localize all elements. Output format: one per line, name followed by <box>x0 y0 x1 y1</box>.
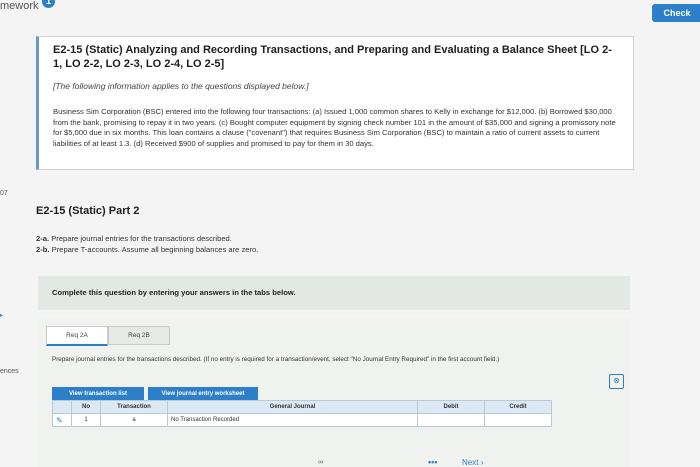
work-area: Req 2A Req 2B Prepare journal entries fo… <box>38 318 630 467</box>
next-label: Next <box>462 458 479 467</box>
more-dots-icon[interactable]: ••• <box>428 457 437 467</box>
edit-column-header <box>52 400 72 414</box>
info-badge[interactable]: 1 <box>42 0 55 8</box>
edit-icon[interactable]: ✎ <box>52 413 72 427</box>
row-debit[interactable] <box>417 413 485 427</box>
line-a-label: 2-a. <box>36 234 50 243</box>
part-instructions: 2-a. Prepare journal entries for the tra… <box>36 233 258 255</box>
edge-arrow-icon: ▸ <box>0 310 4 321</box>
problem-note: [The following information applies to th… <box>53 81 309 91</box>
expand-icon[interactable]: ⊗ <box>609 374 624 389</box>
next-button[interactable]: Next › <box>462 458 483 467</box>
col-debit: Debit <box>417 400 485 414</box>
tab-req-2b[interactable]: Req 2B <box>108 326 170 345</box>
complete-text: Complete this question by entering your … <box>52 288 296 297</box>
col-credit: Credit <box>484 400 552 414</box>
problem-title: E2-15 (Static) Analyzing and Recording T… <box>53 44 612 70</box>
col-transaction: Transaction <box>100 400 168 414</box>
complete-banner: Complete this question by entering your … <box>38 276 630 310</box>
edge-number: 07 <box>0 190 8 197</box>
check-button[interactable]: Check <box>652 4 700 22</box>
problem-statement: E2-15 (Static) Analyzing and Recording T… <box>36 36 634 170</box>
line-a-text: Prepare journal entries for the transact… <box>51 234 232 243</box>
row-transaction: a <box>100 413 168 427</box>
window-title: mework <box>0 0 39 12</box>
problem-body: Business Sim Corporation (BSC) entered i… <box>53 107 616 148</box>
row-no: 1 <box>71 413 101 427</box>
tab-req-2a[interactable]: Req 2A <box>46 326 108 346</box>
line-b-label: 2-b. <box>36 245 50 254</box>
table-header-row: No Transaction General Journal Debit Cre… <box>52 400 552 414</box>
table-row[interactable]: ✎ 1 a No Transaction Recorded <box>52 413 552 427</box>
line-b-text: Prepare T-accounts. Assume all beginning… <box>51 245 259 254</box>
edge-label: ences <box>0 368 19 375</box>
instruction-text: Prepare journal entries for the transact… <box>52 356 500 363</box>
row-credit[interactable] <box>484 413 552 427</box>
col-no: No <box>71 400 101 414</box>
part-title: E2-15 (Static) Part 2 <box>36 205 140 217</box>
chevron-right-icon: › <box>480 458 484 467</box>
journal-table: No Transaction General Journal Debit Cre… <box>52 400 552 427</box>
col-general-journal: General Journal <box>167 400 418 414</box>
infinity-icon: ∞ <box>318 459 323 466</box>
row-general-journal[interactable]: No Transaction Recorded <box>167 413 418 427</box>
